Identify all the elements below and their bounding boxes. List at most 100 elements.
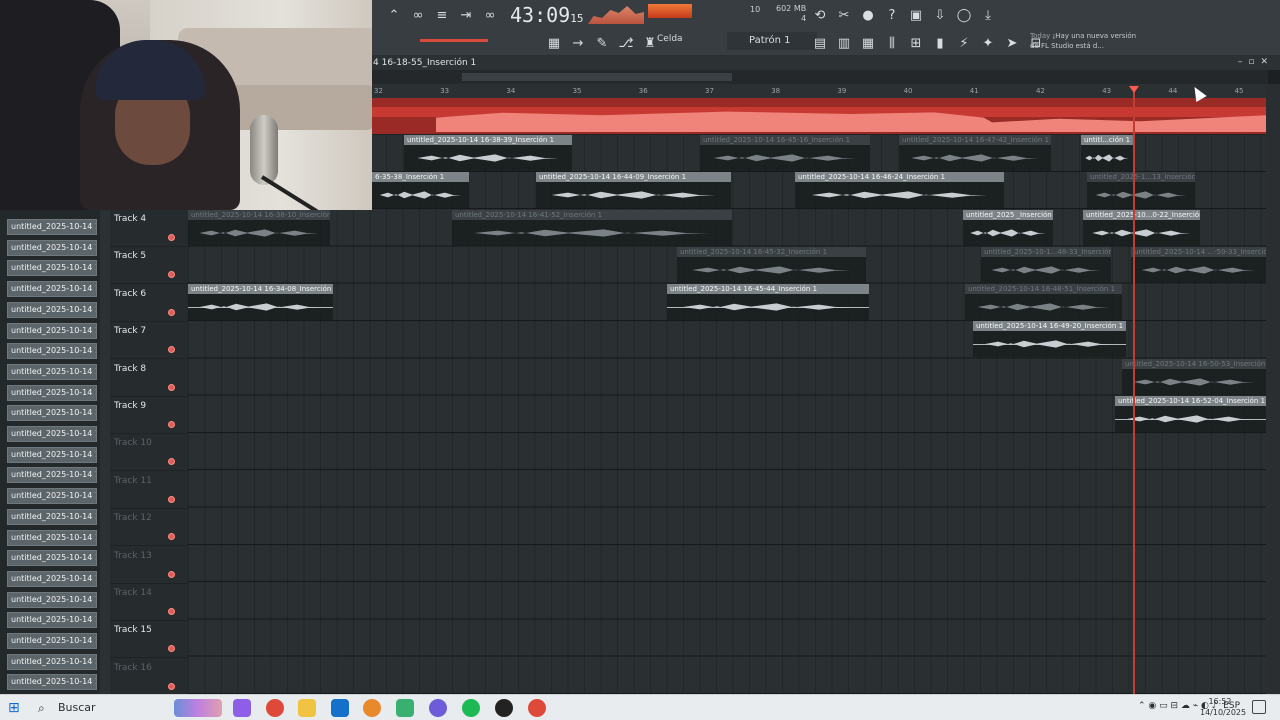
fruit-icon[interactable]: ➤ (1002, 34, 1022, 54)
pattern-picker-item[interactable]: untitled_2025-10-14 16-... (7, 467, 97, 484)
clip[interactable]: untitled_2025-10-14 16-38-10_Inserción 1 (188, 210, 330, 246)
clip[interactable]: untitled_2025-10...0-22_Inserción 1 (1083, 210, 1200, 246)
help-icon[interactable]: ? (882, 6, 902, 26)
pattern-picker-item[interactable]: untitled_2025-10-14 16-... (7, 508, 97, 525)
clip[interactable]: untitl...ción 1 (1081, 135, 1133, 171)
track-header[interactable]: Track 10 (110, 434, 188, 472)
pattern-picker-item[interactable]: untitled_2025-10-14 16-... (7, 426, 97, 442)
track-mute-icon[interactable] (168, 234, 175, 241)
window-controls[interactable]: –▫✕ (1238, 57, 1274, 67)
clip[interactable]: untitled_2025-10-14 16-41-52_Inserción 1 (452, 210, 732, 246)
clip[interactable]: untitled_2025-10-14 16-45-44_Inserción 1 (667, 284, 869, 320)
track-header[interactable]: Track 15 (110, 621, 188, 659)
track-mute-icon[interactable] (168, 608, 175, 615)
clip[interactable]: untitled_2025-10-14 16-50-53_Inserción 1 (1122, 359, 1266, 395)
pattern-picker-item[interactable]: untitled_2025-10-14 16-... (7, 301, 97, 318)
export-icon[interactable]: ⇩ (930, 6, 950, 26)
track-mute-icon[interactable] (168, 308, 175, 316)
undo-icon[interactable]: ⟲ (810, 6, 830, 26)
clip[interactable]: untitled_2025-10-14 16-48-51_Inserción 1 (965, 284, 1122, 320)
mixer-icon[interactable]: ⫼ (882, 34, 902, 54)
notification-icon[interactable] (1252, 700, 1266, 714)
fl-studio-icon[interactable] (363, 699, 381, 717)
pattern-picker-item[interactable]: untitled_2025-10-14 16-... (7, 550, 97, 567)
track-header[interactable]: Track 4 (110, 210, 188, 247)
overview-scroll[interactable] (372, 70, 1268, 84)
tempo-display[interactable]: 10 (750, 5, 760, 14)
pattern-picker-item[interactable]: untitled_2025-10-14 16-... (7, 633, 97, 649)
clip[interactable]: untitled_2025-10-14 16-45-16_Inserción 1 (700, 135, 870, 171)
pattern-picker-item[interactable]: untitled_2025-10-14 16-... (7, 363, 97, 380)
pattern-picker-item[interactable]: untitled_2025-10-14 16-... (7, 488, 97, 505)
track-mute-icon[interactable] (168, 645, 175, 653)
draw-tool-icon[interactable]: ✎ (592, 34, 612, 54)
app-icon[interactable] (396, 699, 414, 717)
picker-scrollbar[interactable] (100, 210, 110, 694)
channel-rack-icon[interactable]: ▦ (858, 34, 878, 54)
pattern-picker-item[interactable]: untitled_2025-10-14 16-... (7, 384, 97, 401)
download-icon[interactable]: ⤓ (978, 6, 998, 26)
playlist-vertical-scrollbar[interactable] (1266, 84, 1280, 694)
track-mute-icon[interactable] (168, 533, 175, 541)
clip[interactable]: untitled_2025 _Inserción 1 (963, 210, 1053, 246)
track-mute-icon[interactable] (168, 458, 175, 466)
pattern-picker-item[interactable]: untitled_2025-10-14 16-... (7, 281, 97, 298)
metronome-icon[interactable]: ⌃ (384, 6, 404, 26)
clip[interactable]: untitled_2025-10-14 16-47-42_Inserción 1 (899, 135, 1051, 171)
track-mute-icon[interactable] (168, 570, 175, 578)
pattern-picker-item[interactable]: untitled_2025-10-14 16-... (7, 260, 97, 277)
pattern-picker-item[interactable]: untitled_2025-10-14 16-... (7, 239, 97, 256)
track-header[interactable]: Track 5 (110, 247, 188, 285)
arrow-right-icon[interactable]: → (568, 34, 588, 54)
pattern-picker-item[interactable]: untitled_2025-10-14 16-... (7, 219, 97, 235)
paint-tool-icon[interactable]: ⎇ (616, 34, 636, 54)
news-panel[interactable]: Today ¡Hay una nueva versión de FL Studi… (1030, 31, 1140, 51)
playhead-marker[interactable] (1129, 86, 1139, 93)
pattern-picker-item[interactable]: untitled_2025-10-14 16-... (7, 446, 97, 463)
pattern-picker-item[interactable]: untitled_2025-10-14 16-... (7, 529, 97, 546)
clip[interactable]: untitled_2025-10-14 ...-50-33_Inserción … (1131, 247, 1266, 283)
loop-record-icon[interactable]: ∞ (408, 6, 428, 26)
master-volume-slider[interactable] (420, 39, 488, 42)
mic-icon[interactable]: ● (858, 6, 878, 26)
piano-roll-icon[interactable]: ▥ (834, 34, 854, 54)
track-mute-icon[interactable] (168, 682, 175, 690)
track-header[interactable]: Track 16 (110, 659, 188, 696)
track-header[interactable]: Track 14 (110, 584, 188, 621)
step-icon[interactable]: ≡ (432, 6, 452, 26)
windows-start-icon[interactable]: ⊞ (8, 700, 24, 716)
cut-icon[interactable]: ✂ (834, 6, 854, 26)
clip[interactable]: untitled_2025-1...13_Inserción 1 (1087, 172, 1195, 208)
clip[interactable]: untitled_2025-10-14 16-46-24_Inserción 1 (795, 172, 1004, 208)
track-header[interactable]: Track 11 (110, 472, 188, 509)
clip[interactable]: untitled_2025-10-14 16-44-09_Inserción 1 (536, 172, 731, 208)
chat-icon[interactable]: ◯ (954, 6, 974, 26)
save-icon[interactable]: ▣ (906, 6, 926, 26)
playlist-icon[interactable]: ▤ (810, 34, 830, 54)
widgets-icon[interactable] (174, 699, 222, 717)
track-mute-icon[interactable] (168, 421, 175, 428)
pattern-picker-item[interactable]: untitled_2025-10-14 16-... (7, 322, 97, 339)
track-header[interactable]: Track 9 (110, 397, 188, 434)
clip[interactable]: 6-35-38_Inserción 1 (372, 172, 469, 208)
chrome-icon[interactable] (266, 699, 284, 717)
wrench-icon[interactable]: ✦ (978, 34, 998, 54)
wait-icon[interactable]: ∞ (480, 6, 500, 26)
browser-icon[interactable]: ⊞ (906, 34, 926, 54)
chrome-icon[interactable] (528, 699, 546, 717)
app-icon[interactable] (495, 699, 513, 717)
clock[interactable]: 16:52 14/10/2025 (1200, 696, 1246, 718)
file-explorer-icon[interactable] (298, 699, 316, 717)
track-header[interactable]: Track 12 (110, 509, 188, 547)
track-mute-icon[interactable] (168, 346, 175, 354)
track-header[interactable]: Track 13 (110, 547, 188, 584)
pattern-selector[interactable]: Patrón 1 (727, 32, 817, 50)
outlook-icon[interactable] (331, 699, 349, 717)
clip[interactable]: untitled_2025-10-14 16-45-32_Inserción 1 (677, 247, 866, 283)
track-header[interactable]: Track 7 (110, 322, 188, 360)
track-mute-icon[interactable] (168, 271, 175, 279)
pattern-picker-item[interactable]: untitled_2025-10-14 16-... (7, 343, 97, 360)
plug-icon[interactable]: ⚡ (954, 34, 974, 54)
app-icon[interactable] (429, 699, 447, 717)
snap-selector[interactable]: Celda (657, 34, 683, 44)
